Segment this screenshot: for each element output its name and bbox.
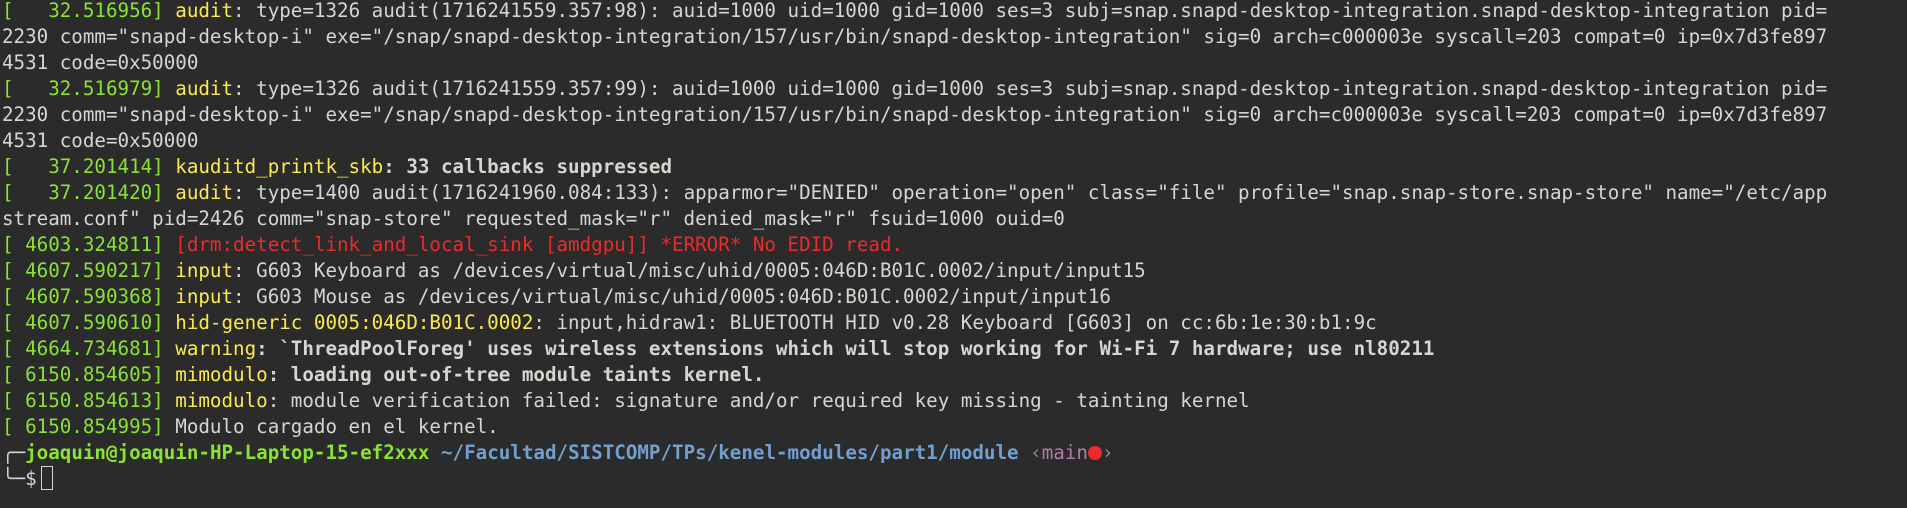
log-facility: input [175, 259, 234, 282]
prompt-path: ~/Facultad/SISTCOMP/TPs/kenel-modules/pa… [441, 441, 1019, 464]
prompt-symbol: $ [25, 467, 37, 490]
log-message: : type=1326 audit(1716241559.357:99): au… [233, 77, 1828, 100]
prompt-line: ╭─joaquin@joaquin-HP-Laptop-15-ef2xxx ~/… [2, 440, 1902, 466]
log-message: stream.conf" pid=2426 comm="snap-store" … [2, 207, 1065, 230]
log-message: : type=1400 audit(1716241960.084:133): a… [233, 181, 1828, 204]
log-line: [ 6150.854605] mimodulo: loading out-of-… [2, 362, 1902, 388]
log-facility: input [175, 285, 234, 308]
log-line: [ 4607.590368] input: G603 Mouse as /dev… [2, 284, 1902, 310]
log-line: 2230 comm="snapd-desktop-i" exe="/snap/s… [2, 102, 1902, 128]
log-facility: hid-generic 0005:046D:B01C.0002 [175, 311, 534, 334]
log-message: 2230 comm="snapd-desktop-i" exe="/snap/s… [2, 103, 1828, 126]
log-timestamp: [ 32.516979] [2, 77, 176, 100]
log-timestamp: [ 6150.854605] [2, 363, 176, 386]
log-line: stream.conf" pid=2426 comm="snap-store" … [2, 206, 1902, 232]
log-message: : loading out-of-tree module taints kern… [267, 363, 765, 386]
log-message: 2230 comm="snapd-desktop-i" exe="/snap/s… [2, 25, 1828, 48]
log-timestamp: [ 37.201420] [2, 181, 176, 204]
prompt-user-host: joaquin@joaquin-HP-Laptop-15-ef2xxx [25, 441, 430, 464]
git-branch-close: › [1101, 441, 1114, 464]
log-line: [ 4607.590217] input: G603 Keyboard as /… [2, 258, 1902, 284]
log-line: [ 32.516956] audit: type=1326 audit(1716… [2, 0, 1902, 24]
log-timestamp: [ 4607.590610] [2, 311, 176, 334]
log-message: : type=1326 audit(1716241559.357:98): au… [233, 0, 1828, 22]
log-message: 4531 code=0x50000 [2, 129, 199, 152]
terminal-output: [ 32.516956] audit: type=1326 audit(1716… [2, 0, 1902, 492]
log-facility: audit [175, 181, 234, 204]
log-facility: kauditd_printk_skb [175, 155, 384, 178]
log-message: : G603 Mouse as /devices/virtual/misc/uh… [233, 285, 1111, 308]
log-timestamp: [ 6150.854613] [2, 389, 176, 412]
log-message: : G603 Keyboard as /devices/virtual/misc… [233, 259, 1146, 282]
git-dirty-dot-icon [1087, 446, 1102, 460]
log-timestamp: [ 4664.734681] [2, 337, 176, 360]
prompt-corner-top: ╭─ [2, 441, 26, 464]
log-message: : 33 callbacks suppressed [383, 155, 673, 178]
log-line: [ 37.201420] audit: type=1400 audit(1716… [2, 180, 1902, 206]
log-facility: mimodulo [175, 363, 268, 386]
log-line: 4531 code=0x50000 [2, 50, 1902, 76]
log-facility: audit [175, 0, 234, 22]
log-message: Modulo cargado en el kernel. [175, 415, 499, 438]
log-line: 2230 comm="snapd-desktop-i" exe="/snap/s… [2, 24, 1902, 50]
log-facility: warning [175, 337, 257, 360]
log-timestamp: [ 4603.324811] [2, 233, 176, 256]
log-error: [drm:detect_link_and_local_sink [amdgpu]… [175, 233, 904, 256]
log-timestamp: [ 4607.590217] [2, 259, 176, 282]
log-timestamp: [ 6150.854995] [2, 415, 176, 438]
log-message: : `ThreadPoolForeg' uses wireless extens… [256, 337, 1435, 360]
log-timestamp: [ 37.201414] [2, 155, 176, 178]
log-message: : module verification failed: signature … [267, 389, 1250, 412]
log-line: [ 4664.734681] warning: `ThreadPoolForeg… [2, 336, 1902, 362]
log-facility: audit [175, 77, 234, 100]
log-message: 4531 code=0x50000 [2, 51, 199, 74]
log-timestamp: [ 32.516956] [2, 0, 176, 22]
git-branch: ‹main [1030, 441, 1088, 464]
log-line: [ 6150.854613] mimodulo: module verifica… [2, 388, 1902, 414]
log-facility: mimodulo [175, 389, 268, 412]
log-line: [ 32.516979] audit: type=1326 audit(1716… [2, 76, 1902, 102]
log-line: 4531 code=0x50000 [2, 128, 1902, 154]
log-line: [ 37.201414] kauditd_printk_skb: 33 call… [2, 154, 1902, 180]
log-timestamp: [ 4607.590368] [2, 285, 176, 308]
prompt-corner-bottom: ╰─ [2, 467, 26, 490]
log-line: [ 4607.590610] hid-generic 0005:046D:B01… [2, 310, 1902, 336]
log-message: : input,hidraw1: BLUETOOTH HID v0.28 Key… [533, 311, 1377, 334]
log-line: [ 6150.854995] Modulo cargado en el kern… [2, 414, 1902, 440]
log-line: [ 4603.324811] [drm:detect_link_and_loca… [2, 232, 1902, 258]
input-line[interactable]: ╰─$ [2, 466, 1902, 492]
terminal-cursor[interactable] [40, 466, 53, 490]
